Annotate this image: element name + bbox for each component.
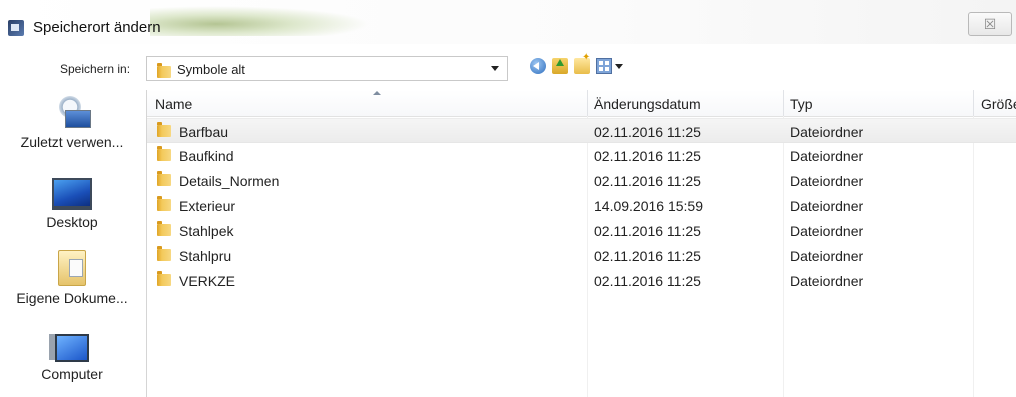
file-date: 02.11.2016 11:25 (594, 248, 701, 264)
location-label: Speichern in: (60, 62, 131, 76)
file-type: Dateiordner (790, 173, 864, 189)
close-button[interactable]: ☒ (968, 12, 1012, 36)
dialog-title: Speicherort ändern (33, 19, 161, 36)
table-row[interactable]: Stahlpek 02.11.2016 11:25 Dateiordner (147, 218, 1016, 243)
place-desktop[interactable]: Desktop (0, 178, 144, 230)
file-date: 02.11.2016 11:25 (594, 223, 701, 239)
file-type: Dateiordner (790, 198, 864, 214)
file-name: Details_Normen (179, 173, 280, 189)
file-date: 02.11.2016 11:25 (594, 124, 701, 140)
folder-icon (157, 271, 171, 286)
file-type: Dateiordner (790, 273, 864, 289)
folder-icon (157, 246, 171, 261)
column-header-type[interactable]: Typ (790, 96, 813, 112)
desktop-icon (52, 178, 92, 210)
file-date: 02.11.2016 11:25 (594, 173, 701, 189)
table-row[interactable]: Stahlpru 02.11.2016 11:25 Dateiordner (147, 243, 1016, 268)
column-separator[interactable] (783, 90, 784, 116)
table-row[interactable]: Barfbau 02.11.2016 11:25 Dateiordner (147, 118, 1016, 143)
column-header-name[interactable]: Name (155, 96, 192, 112)
folder-icon (157, 63, 171, 78)
place-documents[interactable]: Eigene Dokume... (0, 250, 144, 306)
file-name: Baufkind (179, 148, 234, 164)
list-header: Name Änderungsdatum Typ Größe (147, 90, 1016, 117)
location-dropdown[interactable]: Symbole alt (146, 56, 508, 81)
file-date: 14.09.2016 15:59 (594, 198, 703, 214)
file-name: Stahlpru (179, 248, 232, 264)
place-computer[interactable]: Computer (0, 334, 144, 382)
file-type: Dateiordner (790, 223, 864, 239)
places-bar: Zuletzt verwen... Desktop Eigene Dokume.… (0, 90, 144, 397)
table-row[interactable]: Details_Normen 02.11.2016 11:25 Dateiord… (147, 168, 1016, 193)
view-menu-icon[interactable] (596, 58, 612, 74)
recent-places-icon (55, 96, 91, 130)
column-header-date[interactable]: Änderungsdatum (594, 96, 701, 112)
back-icon[interactable] (530, 58, 546, 74)
folder-icon (157, 146, 171, 161)
folder-icon (157, 171, 171, 186)
table-row[interactable]: VERKZE 02.11.2016 11:25 Dateiordner (147, 268, 1016, 293)
folder-icon (157, 196, 171, 211)
up-folder-icon[interactable] (552, 58, 568, 74)
column-separator[interactable] (587, 90, 588, 116)
location-row: Speichern in: Symbole alt (0, 52, 1016, 86)
computer-icon (49, 334, 89, 362)
file-date: 02.11.2016 11:25 (594, 148, 701, 164)
folder-icon (157, 122, 171, 137)
file-type: Dateiordner (790, 248, 864, 264)
file-name: Barfbau (179, 124, 229, 140)
folder-icon (157, 221, 171, 236)
file-name: Stahlpek (179, 223, 234, 239)
documents-icon (58, 250, 86, 286)
table-row[interactable]: Baufkind 02.11.2016 11:25 Dateiordner (147, 143, 1016, 168)
place-label: Zuletzt verwen... (20, 134, 124, 150)
view-dropdown-arrow-icon[interactable] (615, 64, 623, 69)
place-label: Eigene Dokume... (16, 290, 128, 306)
location-value: Symbole alt (177, 62, 245, 77)
place-recent[interactable]: Zuletzt verwen... (0, 96, 144, 150)
file-name: Exterieur (179, 198, 236, 214)
dialog-app-icon (8, 20, 24, 36)
table-row[interactable]: Exterieur 14.09.2016 15:59 Dateiordner (147, 193, 1016, 218)
place-label: Computer (41, 366, 103, 382)
new-folder-icon[interactable] (574, 52, 590, 74)
file-type: Dateiordner (790, 148, 864, 164)
column-header-size[interactable]: Größe (981, 96, 1016, 112)
file-name: VERKZE (179, 273, 236, 289)
file-type: Dateiordner (790, 124, 864, 140)
chevron-down-icon[interactable] (491, 66, 499, 71)
title-decoration (150, 6, 370, 36)
title-bar: Speicherort ändern ☒ (0, 0, 1016, 44)
column-separator[interactable] (973, 90, 974, 116)
file-list[interactable]: Name Änderungsdatum Typ Größe Barfbau 02… (146, 90, 1016, 397)
sort-ascending-icon (373, 91, 381, 95)
place-label: Desktop (46, 214, 98, 230)
file-date: 02.11.2016 11:25 (594, 273, 701, 289)
